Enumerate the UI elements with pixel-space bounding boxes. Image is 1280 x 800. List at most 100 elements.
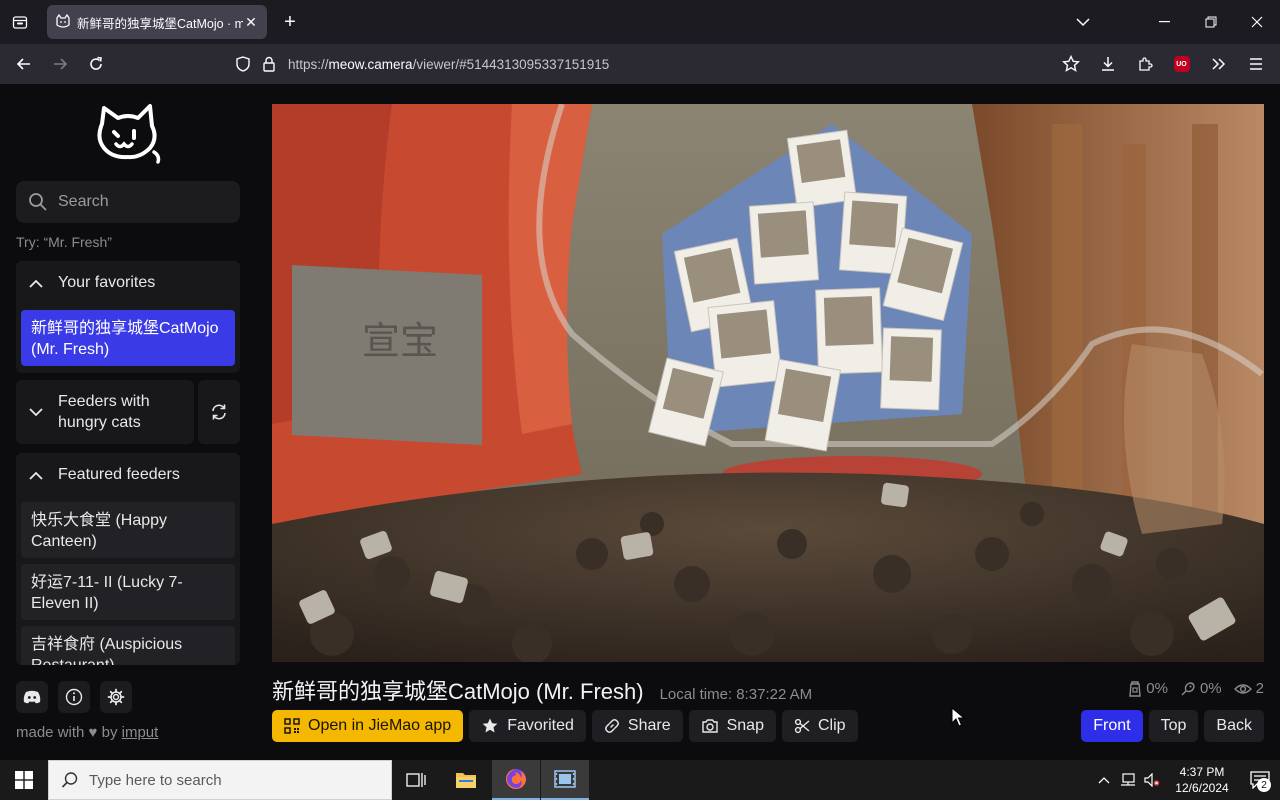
search-hint: Try: “Mr. Fresh” — [16, 234, 112, 250]
camera-view-switcher: Front Top Back — [1081, 710, 1264, 742]
video-app-taskbar-button[interactable] — [541, 760, 589, 800]
favorites-heading: Your favorites — [58, 274, 156, 291]
url-path: /viewer/#5144313095337151915 — [412, 56, 610, 72]
by-text: by — [101, 724, 118, 741]
view-back-button[interactable]: Back — [1204, 710, 1264, 742]
featured-feeder-item[interactable]: 好运7-11- II (Lucky 7-Eleven II) — [21, 564, 235, 620]
wall-sign-text: 宣宝 — [362, 319, 438, 363]
windows-logo-icon — [15, 771, 33, 789]
reload-button[interactable] — [78, 48, 114, 80]
minimize-button[interactable] — [1142, 0, 1188, 44]
bookmark-star-button[interactable] — [1054, 48, 1087, 80]
start-button[interactable] — [0, 760, 48, 800]
local-time: Local time: 8:37:22 AM — [659, 686, 813, 703]
featured-heading: Featured feeders — [58, 466, 180, 483]
food-level-stat: 0% — [1128, 680, 1168, 697]
restore-button[interactable] — [1188, 0, 1234, 44]
author-link[interactable]: imput — [122, 724, 159, 741]
browser-tab-active[interactable]: 新鲜哥的独享城堡CatMojo · meow.camera ✕ — [47, 5, 267, 39]
discord-button[interactable] — [16, 681, 48, 713]
fish-treat-icon — [1181, 681, 1195, 695]
taskbar-clock[interactable]: 4:37 PM 12/6/2024 — [1164, 764, 1240, 796]
clip-button[interactable]: Clip — [781, 710, 858, 742]
snap-label: Snap — [726, 717, 764, 734]
featured-feeder-item[interactable]: 快乐大食堂 (Happy Canteen) — [21, 502, 235, 558]
about-button[interactable] — [58, 681, 90, 713]
refresh-icon — [212, 404, 226, 420]
network-button[interactable] — [1116, 773, 1140, 787]
list-all-tabs-button[interactable] — [1060, 0, 1106, 44]
feeder-stats: 0% 0% 2 — [1122, 680, 1264, 697]
info-icon — [65, 688, 83, 706]
viewer-actions: Open in JieMao app Favorited Share Snap … — [272, 710, 858, 742]
firefox-taskbar-button[interactable] — [492, 760, 540, 800]
snap-button[interactable]: Snap — [688, 710, 776, 742]
clip-label: Clip — [817, 717, 846, 734]
chevron-up-icon — [1098, 777, 1110, 784]
lock-icon[interactable] — [256, 56, 282, 72]
refresh-hungry-button[interactable] — [198, 380, 240, 444]
action-center-button[interactable]: 2 — [1240, 760, 1280, 800]
hungry-heading: Feeders with hungry cats — [58, 393, 150, 431]
new-tab-button[interactable]: + — [278, 10, 302, 34]
discord-icon — [23, 690, 41, 704]
file-explorer-taskbar-button[interactable] — [442, 760, 490, 800]
address-bar[interactable]: https://meow.camera/viewer/#514431309533… — [230, 48, 1030, 80]
firefox-icon — [506, 769, 526, 789]
camera-icon — [701, 719, 718, 733]
hungry-feeders-toggle[interactable]: Feeders with hungry cats — [16, 380, 194, 444]
favorite-feeder-item[interactable]: 新鲜哥的独享城堡CatMojo (Mr. Fresh) — [21, 310, 235, 366]
gear-icon — [107, 688, 125, 706]
view-front-button[interactable]: Front — [1081, 710, 1143, 742]
viewer-count-stat: 2 — [1233, 680, 1264, 697]
downloads-button[interactable] — [1091, 48, 1124, 80]
url-host: meow.camera — [328, 56, 413, 72]
forward-button[interactable] — [42, 48, 78, 80]
taskbar-search-placeholder: Type here to search — [89, 771, 222, 789]
tracking-protection-shield-icon[interactable] — [230, 56, 256, 72]
download-icon — [1101, 57, 1114, 71]
camera-stream[interactable]: 宣宝 — [272, 104, 1264, 662]
qr-code-icon — [284, 718, 300, 734]
feeder-title: 新鲜哥的独享城堡CatMojo (Mr. Fresh) — [272, 679, 644, 704]
system-tray: 4:37 PM 12/6/2024 2 — [1092, 760, 1280, 800]
taskbar-search-box[interactable]: Type here to search — [48, 760, 392, 800]
extensions-button[interactable] — [1128, 48, 1161, 80]
favorites-toggle[interactable]: Your favorites — [16, 261, 240, 305]
open-in-app-label: Open in JieMao app — [308, 717, 452, 734]
camera-frame-image: 宣宝 — [272, 104, 1264, 662]
firefox-view-button[interactable] — [0, 0, 40, 44]
featured-toggle[interactable]: Featured feeders — [16, 453, 240, 497]
meow-camera-logo-icon[interactable] — [94, 102, 162, 164]
viewer-title-row: 新鲜哥的独享城堡CatMojo (Mr. Fresh) Local time: … — [272, 674, 812, 706]
treat-level-value: 0% — [1199, 680, 1222, 697]
ublock-button[interactable]: UO — [1165, 48, 1198, 80]
more-tools-button[interactable] — [1202, 48, 1235, 80]
search-icon — [61, 772, 78, 788]
feeder-search-box[interactable] — [16, 181, 240, 223]
puzzle-icon — [1138, 57, 1153, 71]
mouse-cursor-icon — [951, 707, 965, 727]
restore-icon — [1205, 16, 1217, 28]
browser-nav-bar: https://meow.camera/viewer/#514431309533… — [0, 44, 1280, 84]
favorited-button[interactable]: Favorited — [469, 710, 586, 742]
made-with-credit: made with ♥ by imput — [16, 724, 158, 741]
tab-close-icon[interactable]: ✕ — [243, 14, 259, 30]
show-hidden-icons-button[interactable] — [1092, 776, 1116, 784]
task-view-button[interactable] — [392, 760, 440, 800]
featured-section: Featured feeders 快乐大食堂 (Happy Canteen) 好… — [16, 453, 240, 665]
share-button[interactable]: Share — [591, 710, 683, 742]
search-input[interactable] — [58, 193, 218, 211]
open-in-app-button[interactable]: Open in JieMao app — [272, 710, 464, 742]
settings-button[interactable] — [100, 681, 132, 713]
back-button[interactable] — [6, 48, 42, 80]
task-view-icon — [406, 773, 426, 787]
close-window-button[interactable] — [1234, 0, 1280, 44]
sidebar: Try: “Mr. Fresh” Your favorites 新鲜哥的独享城堡… — [0, 84, 256, 760]
volume-button[interactable] — [1140, 773, 1164, 787]
search-icon — [29, 193, 47, 211]
chevron-down-icon — [28, 407, 44, 417]
view-top-button[interactable]: Top — [1148, 710, 1199, 742]
app-menu-button[interactable] — [1239, 48, 1272, 80]
featured-feeder-item[interactable]: 吉祥食府 (Auspicious Restaurant) — [21, 626, 235, 665]
